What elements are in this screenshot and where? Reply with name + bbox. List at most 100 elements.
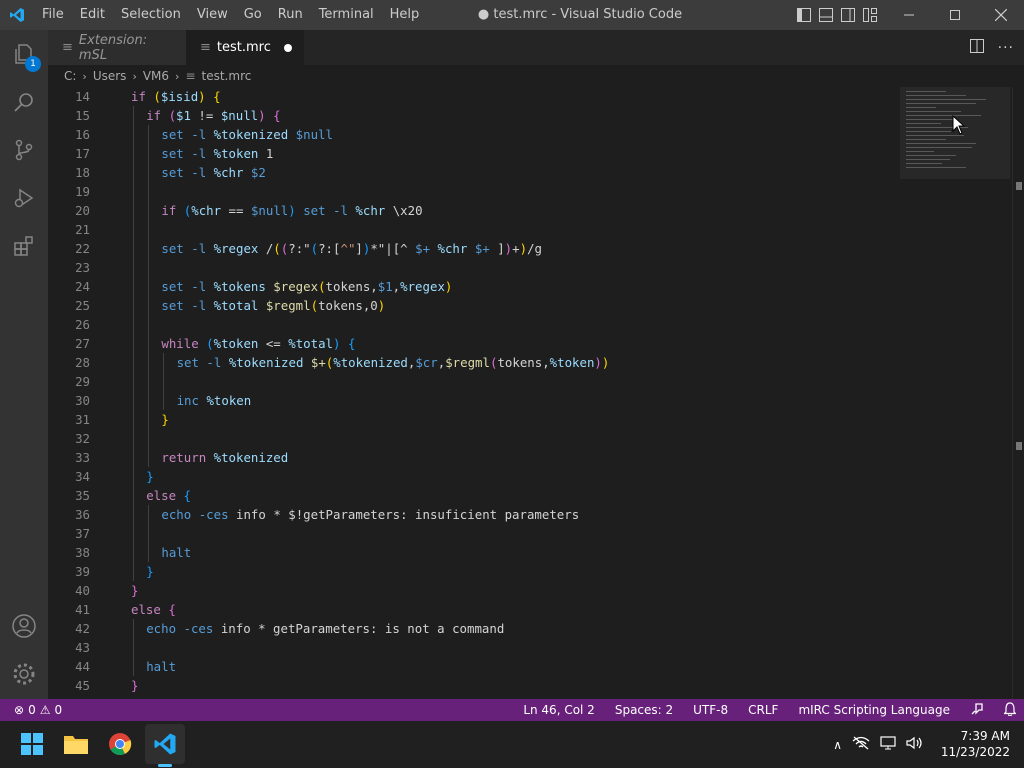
code-token: echo <box>161 507 199 522</box>
system-clock[interactable]: 7:39 AM 11/23/2022 <box>930 728 1010 760</box>
code-line[interactable]: 32 <box>48 429 898 448</box>
file-explorer-icon[interactable] <box>56 724 96 764</box>
maximize-button[interactable] <box>932 0 978 30</box>
breadcrumb-item[interactable]: C: <box>64 69 76 83</box>
code-line[interactable]: 17 set -l %token 1 <box>48 144 898 163</box>
code-token: %tokenized <box>213 450 289 465</box>
menu-file[interactable]: File <box>34 0 72 30</box>
show-hidden-icons-icon[interactable]: ∧ <box>833 738 842 752</box>
tab-test-mrc[interactable]: ≡ test.mrc <box>186 30 304 65</box>
tab-extension-msl[interactable]: ≡ Extension: mSL <box>48 30 186 65</box>
code-token: $cr <box>415 355 438 370</box>
code-line[interactable]: 28 set -l %tokenized $+(%tokenized,$cr,$r… <box>48 353 898 372</box>
toggle-secondary-sidebar-icon[interactable] <box>840 7 856 23</box>
code-line[interactable]: 30 inc %token <box>48 391 898 410</box>
code-line[interactable]: 40} <box>48 581 898 600</box>
code-line[interactable]: 39} <box>48 562 898 581</box>
code-line[interactable]: 45} <box>48 676 898 695</box>
code-line[interactable]: 18 set -l %chr $2 <box>48 163 898 182</box>
manage-gear-icon[interactable] <box>0 650 48 698</box>
toggle-sidebar-icon[interactable] <box>796 7 812 23</box>
problems-indicator[interactable]: ⊗ 0 ⚠ 0 <box>14 699 62 721</box>
breadcrumb-item[interactable]: Users <box>93 69 127 83</box>
menu-go[interactable]: Go <box>236 0 270 30</box>
explorer-icon[interactable]: 1 <box>0 30 48 78</box>
notifications-bell-icon[interactable] <box>1003 701 1017 719</box>
unsaved-dot-icon[interactable] <box>284 43 292 52</box>
breadcrumb-item[interactable]: VM6 <box>143 69 169 83</box>
search-icon[interactable] <box>0 78 48 126</box>
volume-icon[interactable] <box>906 736 924 754</box>
menu-selection[interactable]: Selection <box>113 0 189 30</box>
code-line[interactable]: 25 set -l %total $regml(tokens,0) <box>48 296 898 315</box>
code-line[interactable]: 31} <box>48 410 898 429</box>
encoding[interactable]: UTF-8 <box>693 703 728 717</box>
account-icon[interactable] <box>0 602 48 650</box>
code-line[interactable]: 41 else { <box>48 600 898 619</box>
feedback-icon[interactable] <box>970 702 984 719</box>
display-icon[interactable] <box>880 735 896 754</box>
code-token: ( <box>310 298 319 313</box>
code-line[interactable]: 21 <box>48 220 898 239</box>
menu-view[interactable]: View <box>189 0 236 30</box>
code-line[interactable]: 35 else { <box>48 486 898 505</box>
code-token: halt <box>161 545 192 560</box>
split-editor-icon[interactable] <box>969 38 984 57</box>
language-mode[interactable]: mIRC Scripting Language <box>798 703 950 717</box>
code-line[interactable]: 15 if ($1 != $null) { <box>48 106 898 125</box>
code-line[interactable]: 29 <box>48 372 898 391</box>
code-line[interactable]: 20 if (%chr == $null) set -l %chr \x20 <box>48 201 898 220</box>
code-token: %token <box>549 355 595 370</box>
code-line[interactable]: 38 halt <box>48 543 898 562</box>
extensions-icon[interactable] <box>0 222 48 270</box>
code-line[interactable]: 16 set -l %tokenized $null <box>48 125 898 144</box>
code-line[interactable]: 27 while (%token <= %total) { <box>48 334 898 353</box>
line-number: 14 <box>75 89 90 104</box>
vertical-scrollbar[interactable] <box>1012 87 1024 699</box>
code-line[interactable]: 26 <box>48 315 898 334</box>
breadcrumb: C: › Users › VM6 › ≡ test.mrc <box>48 65 1024 87</box>
windows-start-icon[interactable] <box>12 724 52 764</box>
customize-layout-icon[interactable] <box>862 7 878 23</box>
indent-guide <box>163 353 165 372</box>
code-token: $1 <box>176 108 191 123</box>
menu-edit[interactable]: Edit <box>72 0 113 30</box>
menu-terminal[interactable]: Terminal <box>311 0 382 30</box>
code-token: $2 <box>250 165 266 180</box>
code-line[interactable]: 37 <box>48 524 898 543</box>
code-line[interactable]: 22 set -l %regex /((?:"(?:[^"])*"|[^ $+ %… <box>48 239 898 258</box>
minimize-button[interactable] <box>886 0 932 30</box>
run-debug-icon[interactable] <box>0 174 48 222</box>
code-line[interactable]: 34} <box>48 467 898 486</box>
code-line[interactable]: 44 halt <box>48 657 898 676</box>
warning-icon: ⚠ <box>39 703 51 717</box>
code-line[interactable]: 43 <box>48 638 898 657</box>
code-line[interactable]: 14 if ($isid) { <box>48 87 898 106</box>
code-line[interactable]: 33 return %tokenized <box>48 448 898 467</box>
code-editor[interactable]: 14 if ($isid) {15 if ($1 != $null) {16 set … <box>48 87 1014 699</box>
code-line[interactable]: 24 set -l %tokens $regex(tokens,$1,%regex… <box>48 277 898 296</box>
network-icon[interactable] <box>852 736 870 754</box>
code-token: else <box>146 488 184 503</box>
status-bar: ⊗ 0 ⚠ 0 Ln 46, Col 2 Spaces: 2 UTF-8 CRL… <box>0 699 1024 721</box>
chrome-icon[interactable] <box>100 724 140 764</box>
code-token: %token <box>213 336 259 351</box>
menu-run[interactable]: Run <box>270 0 311 30</box>
cursor-position[interactable]: Ln 46, Col 2 <box>523 703 595 717</box>
code-line[interactable]: 23 <box>48 258 898 277</box>
minimap-line <box>906 159 950 160</box>
code-line[interactable]: 36 echo -ces info * $!getParameters: insu… <box>48 505 898 524</box>
vscode-taskbar-icon[interactable] <box>145 724 185 764</box>
breadcrumb-item[interactable]: test.mrc <box>202 69 252 83</box>
indentation[interactable]: Spaces: 2 <box>615 703 673 717</box>
code-line[interactable]: 42 echo -ces info * getParameters: is not… <box>48 619 898 638</box>
more-actions-icon[interactable]: ··· <box>998 40 1014 56</box>
toggle-panel-icon[interactable] <box>818 7 834 23</box>
line-ending[interactable]: CRLF <box>748 703 778 717</box>
clock-time: 7:39 AM <box>960 729 1010 743</box>
indent-guide <box>148 353 150 372</box>
close-button[interactable] <box>978 0 1024 30</box>
code-token: $+ <box>310 355 326 370</box>
source-control-icon[interactable] <box>0 126 48 174</box>
code-line[interactable]: 19 <box>48 182 898 201</box>
